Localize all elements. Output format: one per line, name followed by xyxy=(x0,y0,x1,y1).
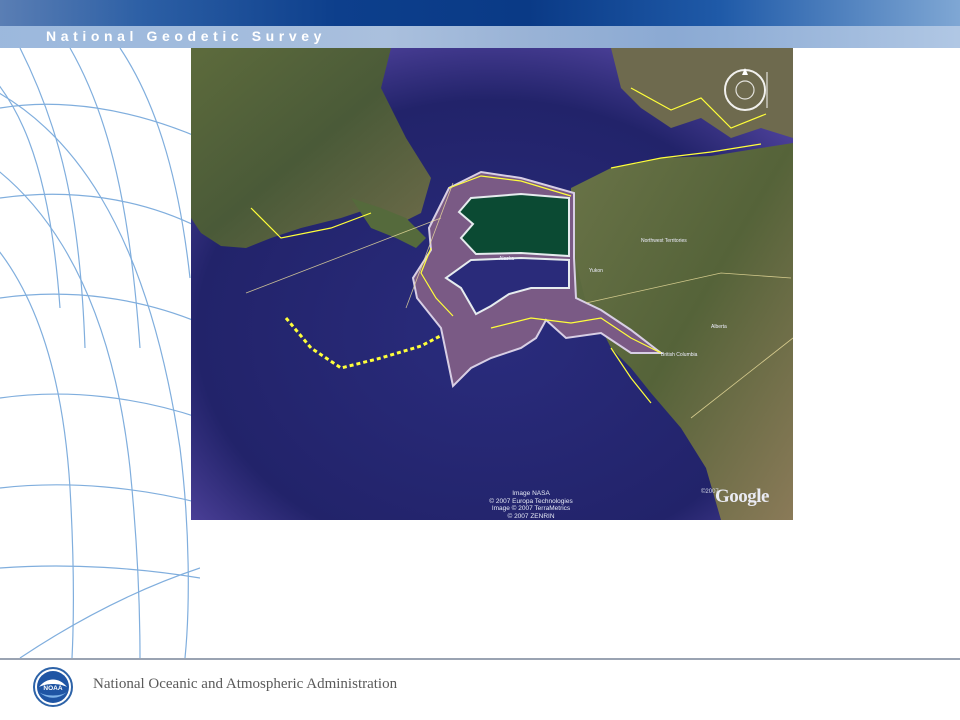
label-alaska: Alaska xyxy=(499,256,515,262)
globe-grid-decoration xyxy=(0,48,200,658)
label-alberta: Alberta xyxy=(711,324,727,330)
google-logo: Google xyxy=(715,486,770,507)
noaa-logo-text: NOAA xyxy=(43,685,62,692)
credit-line: © 2007 Europa Technologies xyxy=(489,497,573,505)
compass-inner xyxy=(735,80,755,100)
credit-line: © 2007 ZENRIN xyxy=(507,512,555,520)
label-british-columbia: British Columbia xyxy=(661,352,698,358)
map-credits: Image NASA © 2007 Europa Technologies Im… xyxy=(411,490,651,520)
slide-header: National Geodetic Survey xyxy=(0,0,960,48)
satellite-map[interactable]: Northwest Territories Yukon Alberta Brit… xyxy=(191,48,793,520)
credit-line: Image © 2007 TerraMetrics xyxy=(491,505,571,512)
label-northwest-territories: Northwest Territories xyxy=(641,238,687,244)
credit-line: Image NASA xyxy=(512,490,550,497)
agency-name: National Oceanic and Atmospheric Adminis… xyxy=(93,676,398,692)
zone-north xyxy=(457,192,570,258)
noaa-logo: NOAA xyxy=(33,667,73,707)
label-yukon: Yukon xyxy=(589,268,603,274)
compass-ring xyxy=(724,69,766,111)
map-svg xyxy=(191,48,793,520)
footer-divider xyxy=(0,658,960,660)
navigation-control[interactable] xyxy=(721,66,769,114)
header-title: National Geodetic Survey xyxy=(46,28,327,44)
compass-north-arrow xyxy=(742,68,748,75)
